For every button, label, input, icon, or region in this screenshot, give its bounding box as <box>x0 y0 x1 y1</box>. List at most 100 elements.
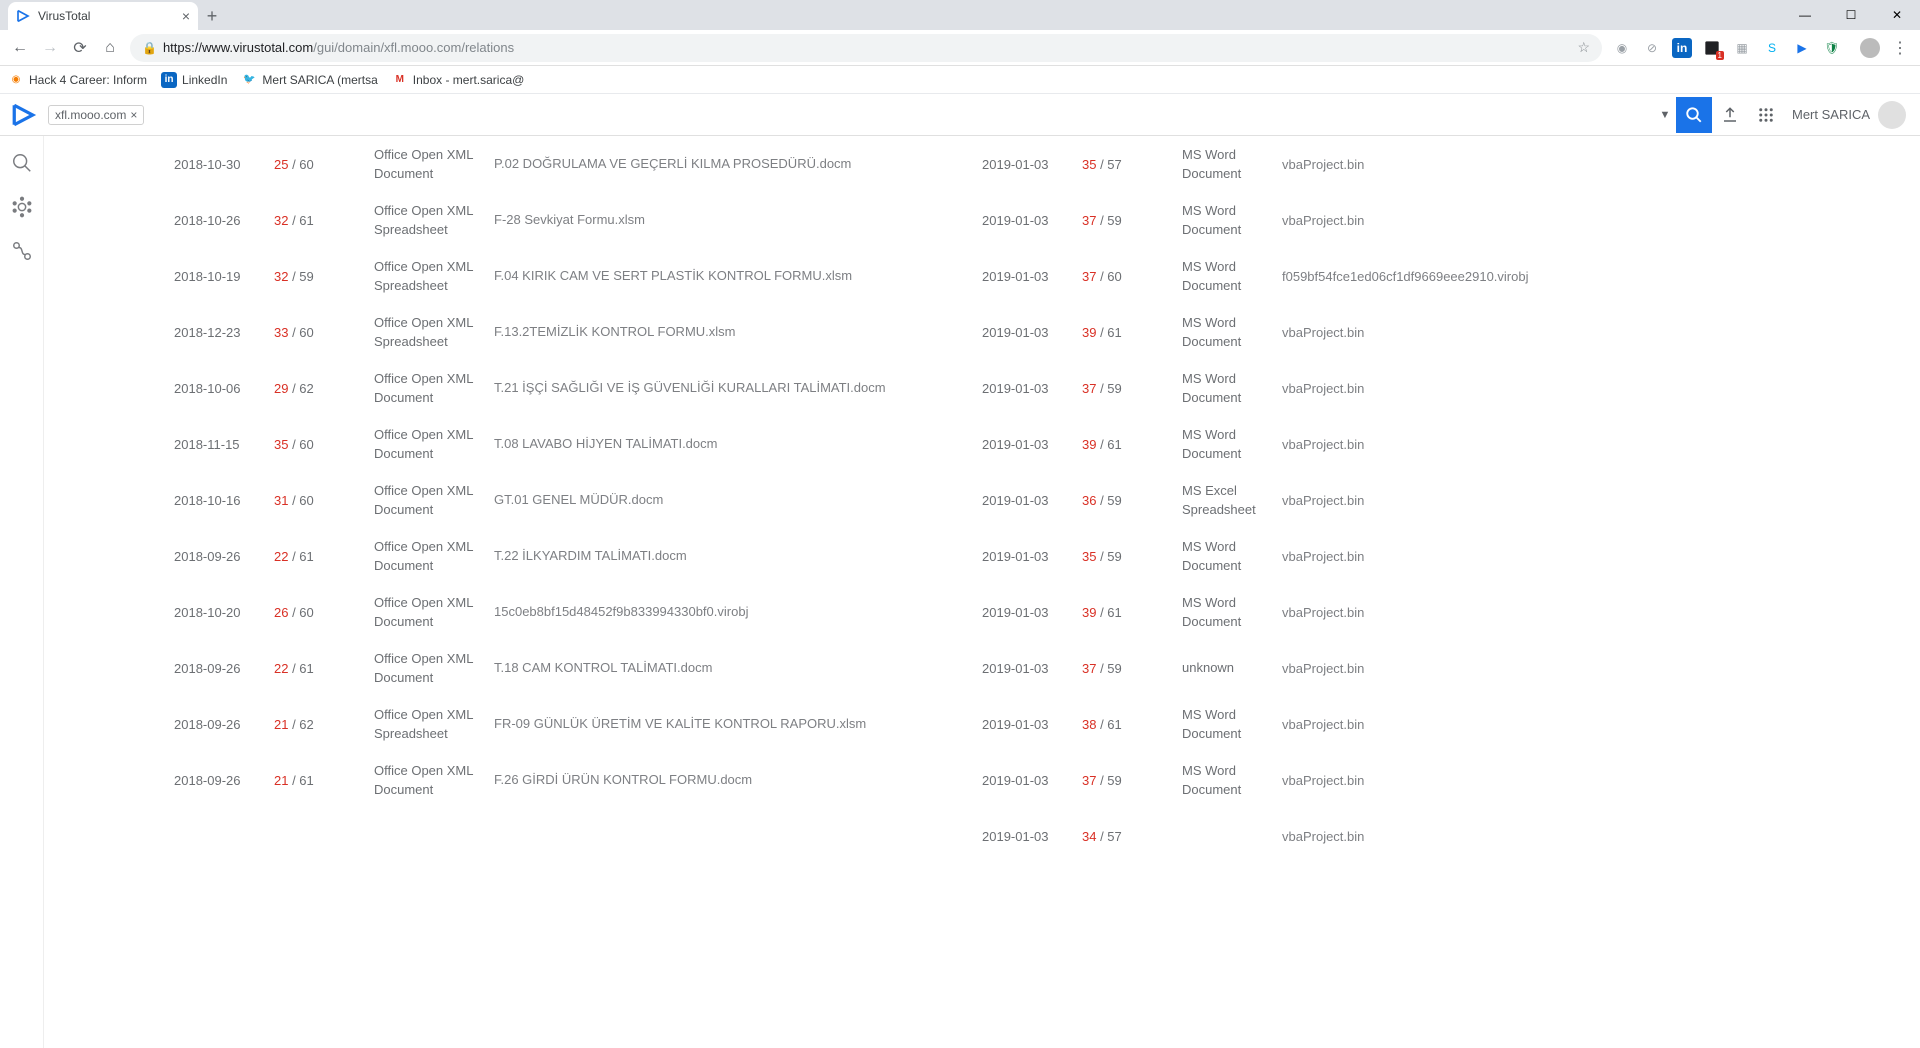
file-name[interactable]: T.18 CAM KONTROL TALİMATI.docm <box>494 658 982 678</box>
scan-date: 2019-01-03 <box>982 157 1082 172</box>
file-name[interactable]: T.22 İLKYARDIM TALİMATI.docm <box>494 546 982 566</box>
twitter-icon: 🐦 <box>241 72 257 88</box>
scan-date: 2018-09-26 <box>174 549 274 564</box>
detections: 25 / 60 <box>274 157 374 172</box>
search-chip[interactable]: xfl.mooo.com × <box>48 105 144 125</box>
browser-tabbar: VirusTotal × + — ☐ ✕ <box>0 0 1920 30</box>
file-name[interactable]: vbaProject.bin <box>1282 773 1790 788</box>
bookmark-item[interactable]: in LinkedIn <box>161 72 227 88</box>
file-name[interactable]: vbaProject.bin <box>1282 605 1790 620</box>
file-type: Office Open XML Document <box>374 481 494 520</box>
chrome-menu-button[interactable]: ⋮ <box>1886 34 1914 62</box>
file-type: Office Open XML Document <box>374 425 494 464</box>
window-close-button[interactable]: ✕ <box>1874 0 1920 30</box>
detections: 39 / 61 <box>1082 325 1182 340</box>
home-button[interactable]: ⌂ <box>96 34 124 62</box>
scan-date: 2018-10-30 <box>174 157 274 172</box>
app-header: xfl.mooo.com × ▼ Mert SARICA <box>0 94 1920 136</box>
forward-button[interactable]: → <box>36 34 64 62</box>
file-name[interactable]: vbaProject.bin <box>1282 325 1790 340</box>
extension-icon[interactable]: ▶ <box>1792 38 1812 58</box>
chip-remove-icon[interactable]: × <box>130 108 137 122</box>
detections: 32 / 59 <box>274 269 374 284</box>
gmail-icon: M <box>392 72 408 88</box>
file-name[interactable]: 15c0eb8bf15d48452f9b833994330bf0.virobj <box>494 602 982 622</box>
file-name[interactable]: F.26 GİRDİ ÜRÜN KONTROL FORMU.docm <box>494 770 982 790</box>
detections: 31 / 60 <box>274 493 374 508</box>
scan-date: 2018-11-15 <box>174 437 274 452</box>
sidebar-graph-icon[interactable] <box>9 194 35 220</box>
extension-icon[interactable]: 1 <box>1702 38 1722 58</box>
file-type: MS Word Document <box>1182 369 1282 408</box>
bookmarks-bar: ◉ Hack 4 Career: Inform in LinkedIn 🐦 Me… <box>0 66 1920 94</box>
bookmark-item[interactable]: ◉ Hack 4 Career: Inform <box>8 72 147 88</box>
file-name[interactable]: vbaProject.bin <box>1282 437 1790 452</box>
file-name[interactable]: vbaProject.bin <box>1282 549 1790 564</box>
extension-icon[interactable]: ⊘ <box>1642 38 1662 58</box>
extension-icon[interactable]: S <box>1762 38 1782 58</box>
address-bar[interactable]: 🔒 https://www.virustotal.com/gui/domain/… <box>130 34 1602 62</box>
file-name[interactable]: F-28 Sevkiyat Formu.xlsm <box>494 210 982 230</box>
upload-button[interactable] <box>1712 97 1748 133</box>
file-type: Office Open XML Spreadsheet <box>374 257 494 296</box>
file-name[interactable]: vbaProject.bin <box>1282 829 1790 844</box>
table-row: 2018-09-2621 / 62Office Open XML Spreads… <box>174 696 1790 752</box>
file-name[interactable]: GT.01 GENEL MÜDÜR.docm <box>494 490 982 510</box>
file-name[interactable]: vbaProject.bin <box>1282 157 1790 172</box>
window-maximize-button[interactable]: ☐ <box>1828 0 1874 30</box>
window-controls: — ☐ ✕ <box>1782 0 1920 30</box>
detections: 37 / 60 <box>1082 269 1182 284</box>
extension-icon[interactable]: in <box>1672 38 1692 58</box>
file-type: MS Word Document <box>1182 537 1282 576</box>
virustotal-logo[interactable] <box>10 101 38 129</box>
table-row: 2018-10-0629 / 62Office Open XML Documen… <box>174 360 1790 416</box>
file-name[interactable]: F.04 KIRIK CAM VE SERT PLASTİK KONTROL F… <box>494 266 982 286</box>
bookmark-label: Hack 4 Career: Inform <box>29 73 147 87</box>
file-name[interactable]: P.02 DOĞRULAMA VE GEÇERLİ KILMA PROSEDÜR… <box>494 154 982 174</box>
new-tab-button[interactable]: + <box>198 2 226 30</box>
file-name[interactable]: vbaProject.bin <box>1282 213 1790 228</box>
user-name[interactable]: Mert SARICA <box>1784 107 1878 122</box>
file-type: Office Open XML Spreadsheet <box>374 201 494 240</box>
close-tab-icon[interactable]: × <box>182 8 190 24</box>
file-name[interactable]: T.08 LAVABO HİJYEN TALİMATI.docm <box>494 434 982 454</box>
browser-tab[interactable]: VirusTotal × <box>8 2 198 30</box>
detections: 36 / 59 <box>1082 493 1182 508</box>
bookmark-item[interactable]: 🐦 Mert SARICA (mertsa <box>241 72 377 88</box>
file-type: MS Word Document <box>1182 257 1282 296</box>
detections: 37 / 59 <box>1082 661 1182 676</box>
extension-icon[interactable]: ▦ <box>1732 38 1752 58</box>
search-dropdown-caret[interactable]: ▼ <box>1654 109 1676 121</box>
bookmark-item[interactable]: M Inbox - mert.sarica@ <box>392 72 525 88</box>
file-name[interactable]: T.21 İŞÇİ SAĞLIĞI VE İŞ GÜVENLİĞİ KURALL… <box>494 378 982 398</box>
extension-icon[interactable]: 🛡 <box>1822 38 1842 58</box>
browser-toolbar: ← → ⟳ ⌂ 🔒 https://www.virustotal.com/gui… <box>0 30 1920 66</box>
search-button[interactable] <box>1676 97 1712 133</box>
scan-date: 2019-01-03 <box>982 213 1082 228</box>
search-chip-text: xfl.mooo.com <box>55 108 126 122</box>
file-name[interactable]: vbaProject.bin <box>1282 493 1790 508</box>
file-name[interactable]: FR-09 GÜNLÜK ÜRETİM VE KALİTE KONTROL RA… <box>494 714 982 734</box>
profile-avatar[interactable] <box>1860 38 1880 58</box>
scan-date: 2018-09-26 <box>174 773 274 788</box>
file-name[interactable]: vbaProject.bin <box>1282 717 1790 732</box>
relations-table: 2018-10-3025 / 60 Office Open XML Documen… <box>44 136 1920 1048</box>
file-name[interactable]: F.13.2TEMİZLİK KONTROL FORMU.xlsm <box>494 322 982 342</box>
sidebar-search-icon[interactable] <box>9 150 35 176</box>
file-type: Office Open XML Document <box>374 649 494 688</box>
scan-date: 2018-10-26 <box>174 213 274 228</box>
file-name[interactable]: vbaProject.bin <box>1282 381 1790 396</box>
url-host: https://www.virustotal.com <box>163 40 313 55</box>
apps-grid-button[interactable] <box>1748 97 1784 133</box>
reload-button[interactable]: ⟳ <box>66 34 94 62</box>
file-type: MS Word Document <box>1182 313 1282 352</box>
user-avatar[interactable] <box>1878 101 1906 129</box>
detections: 32 / 61 <box>274 213 374 228</box>
extension-icon[interactable]: ◉ <box>1612 38 1632 58</box>
sidebar-relations-icon[interactable] <box>9 238 35 264</box>
back-button[interactable]: ← <box>6 34 34 62</box>
window-minimize-button[interactable]: — <box>1782 0 1828 30</box>
bookmark-star-icon[interactable]: ☆ <box>1577 39 1590 56</box>
file-name[interactable]: vbaProject.bin <box>1282 661 1790 676</box>
file-name[interactable]: f059bf54fce1ed06cf1df9669eee2910.virobj <box>1282 269 1790 284</box>
